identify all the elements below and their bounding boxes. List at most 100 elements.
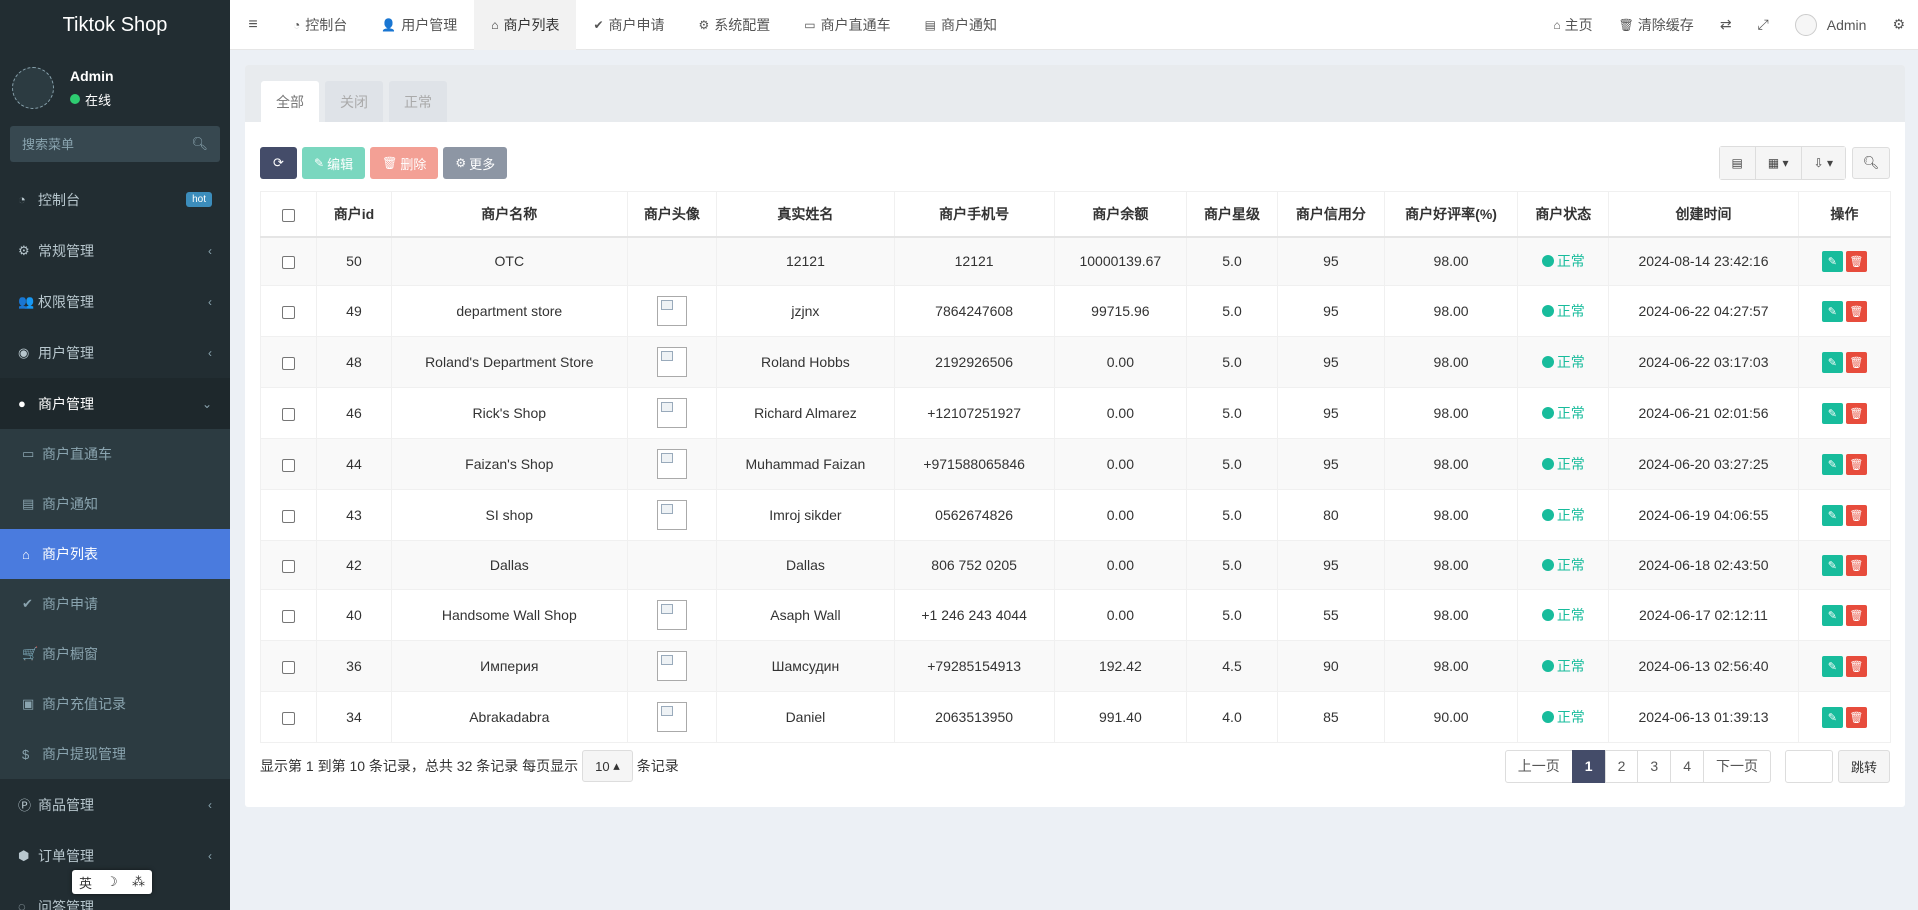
delete-trash-icon[interactable]: 🗑︎ bbox=[1845, 300, 1867, 322]
sidebar-item[interactable]: ◔ 控制台 hot bbox=[0, 174, 230, 225]
edit-pencil-icon[interactable]: ✎ bbox=[1821, 402, 1843, 424]
column-header[interactable]: 商户星级 bbox=[1185, 191, 1279, 238]
table-row[interactable]: 42 Dallas Dallas 806 752 0205 0.00 5.0 95 98.00… bbox=[260, 540, 1892, 590]
status-badge[interactable]: 正常 bbox=[1541, 605, 1585, 625]
fullscreen-icon[interactable]: ⤢ bbox=[1745, 16, 1782, 33]
jump-button[interactable]: 跳转 bbox=[1837, 749, 1890, 783]
page-3-button[interactable]: 3 bbox=[1637, 749, 1672, 783]
broken-image-icon[interactable] bbox=[656, 600, 687, 630]
status-badge[interactable]: 正常 bbox=[1541, 352, 1585, 372]
home-link[interactable]: ⌂ 主页 bbox=[1540, 15, 1605, 35]
row-checkbox[interactable] bbox=[281, 609, 295, 623]
filter-tab[interactable]: 关闭 bbox=[325, 81, 383, 122]
page-4-button[interactable]: 4 bbox=[1670, 749, 1704, 783]
menu-search-input[interactable] bbox=[22, 136, 172, 152]
ime-moon-icon[interactable]: ☽ bbox=[106, 874, 118, 890]
edit-pencil-icon[interactable]: ✎ bbox=[1821, 351, 1843, 373]
broken-image-icon[interactable] bbox=[656, 296, 687, 326]
header-tab[interactable]: ⌂ 商户列表 bbox=[474, 0, 577, 50]
next-page-button[interactable]: 下一页 bbox=[1702, 749, 1771, 783]
ime-lang[interactable]: 英 bbox=[79, 873, 92, 892]
row-checkbox[interactable] bbox=[281, 711, 295, 725]
table-row[interactable]: 44 Faizan's Shop Muhammad Faizan +971588065… bbox=[260, 438, 1892, 490]
table-row[interactable]: 49 department store jzjnx 7864247608 99715.9… bbox=[260, 285, 1892, 337]
row-checkbox[interactable] bbox=[281, 559, 295, 573]
delete-trash-icon[interactable]: 🗑︎ bbox=[1845, 706, 1867, 728]
ime-settings-icon[interactable]: ⁂ bbox=[132, 874, 145, 890]
table-row[interactable]: 48 Roland's Department Store Roland Hobbs 2… bbox=[260, 336, 1892, 388]
sidebar-item[interactable]: ⌂ 商户列表 bbox=[0, 529, 230, 579]
sidebar-item[interactable]: ◉ 用户管理 ‹ bbox=[0, 327, 230, 378]
header-tab[interactable]: ▭ 商户直通车 bbox=[787, 0, 907, 50]
column-header[interactable]: 商户余额 bbox=[1053, 191, 1188, 238]
status-badge[interactable]: 正常 bbox=[1541, 251, 1585, 271]
header-tab[interactable]: ◔ 控制台 bbox=[276, 0, 364, 50]
broken-image-icon[interactable] bbox=[656, 702, 687, 732]
sidebar-item[interactable]: ● 商户管理 ⌄ bbox=[0, 378, 230, 429]
edit-pencil-icon[interactable]: ✎ bbox=[1821, 250, 1843, 272]
filter-tab[interactable]: 全部 bbox=[261, 81, 319, 122]
table-row[interactable]: 40 Handsome Wall Shop Asaph Wall +1 246 243… bbox=[260, 589, 1892, 641]
edit-pencil-icon[interactable]: ✎ bbox=[1821, 554, 1843, 576]
toggle-view-icon[interactable]: ▤ bbox=[1719, 147, 1756, 179]
filter-tab[interactable]: 正常 bbox=[389, 81, 447, 122]
column-header[interactable]: 商户名称 bbox=[391, 191, 628, 238]
status-badge[interactable]: 正常 bbox=[1541, 403, 1585, 423]
sidebar-item[interactable]: ▭ 商户直通车 bbox=[0, 429, 230, 479]
delete-trash-icon[interactable]: 🗑︎ bbox=[1845, 504, 1867, 526]
delete-trash-icon[interactable]: 🗑︎ bbox=[1845, 655, 1867, 677]
delete-trash-icon[interactable]: 🗑︎ bbox=[1845, 453, 1867, 475]
column-header[interactable]: 真实姓名 bbox=[716, 191, 895, 238]
broken-image-icon[interactable] bbox=[656, 398, 687, 428]
export-icon[interactable]: ⇩ ▾ bbox=[1801, 147, 1845, 179]
prev-page-button[interactable]: 上一页 bbox=[1504, 749, 1573, 783]
row-checkbox[interactable] bbox=[281, 356, 295, 370]
table-row[interactable]: 34 Abrakadabra Daniel 2063513950 991.40 4.0 85… bbox=[260, 691, 1892, 743]
table-row[interactable]: 50 OTC 12121 12121 10000139.67 5.0 95 98.00 正常 20… bbox=[260, 236, 1892, 286]
admin-menu[interactable]: Admin bbox=[1782, 13, 1880, 36]
select-all-checkbox[interactable] bbox=[281, 208, 295, 222]
row-checkbox[interactable] bbox=[281, 660, 295, 674]
header-tab[interactable]: ⚙ 系统配置 bbox=[682, 0, 788, 50]
column-header[interactable]: 商户好评率(%) bbox=[1383, 191, 1519, 238]
edit-pencil-icon[interactable]: ✎ bbox=[1821, 604, 1843, 626]
status-badge[interactable]: 正常 bbox=[1541, 555, 1585, 575]
delete-trash-icon[interactable]: 🗑︎ bbox=[1845, 554, 1867, 576]
columns-icon[interactable]: ▦ ▾ bbox=[1755, 147, 1802, 179]
edit-pencil-icon[interactable]: ✎ bbox=[1821, 300, 1843, 322]
table-row[interactable]: 43 SI shop Imroj sikder 0562674826 0.00 5.0 80… bbox=[260, 489, 1892, 541]
edit-pencil-icon[interactable]: ✎ bbox=[1821, 453, 1843, 475]
row-checkbox[interactable] bbox=[281, 407, 295, 421]
edit-pencil-icon[interactable]: ✎ bbox=[1821, 504, 1843, 526]
sidebar-item[interactable]: ✔ 商户申请 bbox=[0, 579, 230, 629]
column-header[interactable]: 商户状态 bbox=[1517, 191, 1610, 238]
broken-image-icon[interactable] bbox=[656, 651, 687, 681]
header-tab[interactable]: ✔ 商户申请 bbox=[576, 0, 681, 50]
row-checkbox[interactable] bbox=[281, 458, 295, 472]
column-header[interactable]: 创建时间 bbox=[1608, 191, 1799, 238]
broken-image-icon[interactable] bbox=[656, 347, 687, 377]
page-size-select[interactable]: 10 ▴ bbox=[582, 750, 633, 782]
edit-button[interactable]: ✎ 编辑 bbox=[302, 147, 366, 179]
status-badge[interactable]: 正常 bbox=[1541, 301, 1585, 321]
row-checkbox[interactable] bbox=[281, 305, 295, 319]
jump-page-input[interactable] bbox=[1784, 749, 1833, 783]
search-icon[interactable]: 🔍︎ bbox=[191, 136, 208, 152]
sidebar-item[interactable]: ⚙ 常规管理 ‹ bbox=[0, 225, 230, 276]
column-header[interactable]: 商户信用分 bbox=[1277, 191, 1385, 238]
clear-cache-link[interactable]: 🗑︎ 清除缓存 bbox=[1606, 15, 1707, 35]
delete-trash-icon[interactable]: 🗑︎ bbox=[1845, 250, 1867, 272]
column-header[interactable]: 商户手机号 bbox=[893, 191, 1055, 238]
app-logo[interactable]: Tiktok Shop bbox=[0, 0, 230, 50]
page-2-button[interactable]: 2 bbox=[1604, 749, 1639, 783]
translate-icon[interactable]: ⇄ bbox=[1707, 16, 1745, 33]
page-1-button[interactable]: 1 bbox=[1571, 749, 1606, 783]
table-row[interactable]: 36 Империя Шамсудин +79285154913 192.42 4.5 90… bbox=[260, 640, 1892, 692]
sidebar-toggle-icon[interactable]: ≡ bbox=[230, 16, 276, 34]
status-badge[interactable]: 正常 bbox=[1541, 707, 1585, 727]
delete-trash-icon[interactable]: 🗑︎ bbox=[1845, 402, 1867, 424]
sidebar-item[interactable]: Ⓟ 商品管理 ‹ bbox=[0, 779, 230, 830]
edit-pencil-icon[interactable]: ✎ bbox=[1821, 706, 1843, 728]
sidebar-item[interactable]: ▣ 商户充值记录 bbox=[0, 679, 230, 729]
settings-gear-icon[interactable]: ⚙ bbox=[1879, 16, 1918, 33]
